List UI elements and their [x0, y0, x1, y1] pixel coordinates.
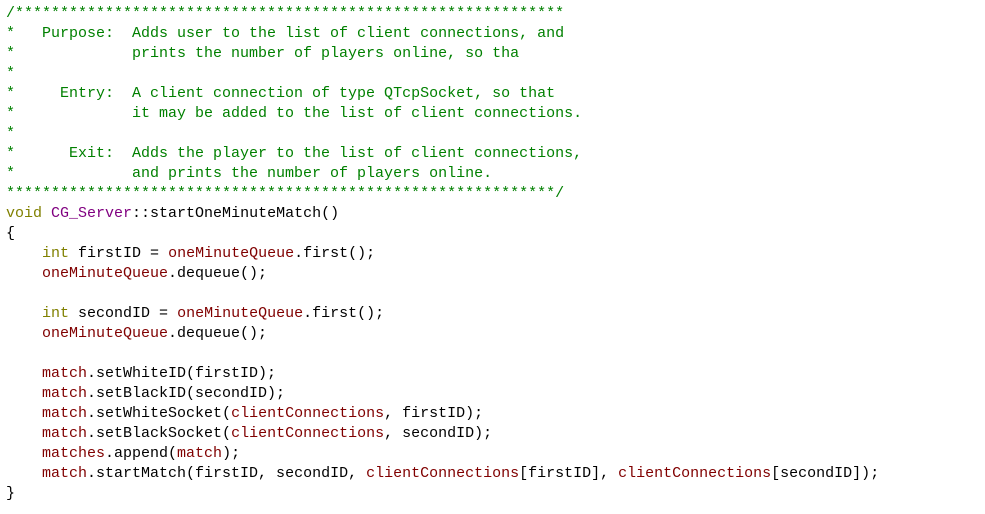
- match-member: match: [42, 385, 88, 402]
- comment-bottom-border: ****************************************…: [6, 185, 565, 202]
- comment-top-border: /***************************************…: [6, 5, 565, 22]
- queue-member: oneMinuteQueue: [42, 265, 169, 282]
- method-call: .append(: [105, 445, 178, 462]
- queue-member: oneMinuteQueue: [177, 305, 304, 322]
- method-call: .setBlackSocket(: [87, 425, 232, 442]
- code-line-matches-append: matches.append(match);: [6, 444, 240, 464]
- client-connections-member: clientConnections: [618, 465, 772, 482]
- code-line-second-id: int secondID = oneMinuteQueue.first();: [6, 304, 384, 324]
- brace-open: {: [6, 225, 16, 242]
- comment-blank-star-1: *: [6, 65, 16, 82]
- comment-purpose-line-1: * Purpose: Adds user to the list of clie…: [6, 25, 565, 42]
- variable-decl: firstID =: [69, 245, 169, 262]
- client-connections-member: clientConnections: [366, 465, 520, 482]
- code-line-set-white-id: match.setWhiteID(firstID);: [6, 364, 276, 384]
- keyword-int: int: [42, 305, 70, 322]
- method-call: .first();: [294, 245, 376, 262]
- call-args: , firstID);: [384, 405, 484, 422]
- keyword-int: int: [42, 245, 70, 262]
- matches-member: matches: [42, 445, 106, 462]
- call-args: );: [222, 445, 241, 462]
- brace-close: }: [6, 485, 16, 502]
- comment-exit-line-2: * and prints the number of players onlin…: [6, 165, 493, 182]
- comment-entry-line-1: * Entry: A client connection of type QTc…: [6, 85, 556, 102]
- client-connections-member: clientConnections: [231, 405, 385, 422]
- function-name: ::startOneMinuteMatch(): [132, 205, 340, 222]
- code-line-set-black-socket: match.setBlackSocket(clientConnections, …: [6, 424, 492, 444]
- code-line-first-id: int firstID = oneMinuteQueue.first();: [6, 244, 375, 264]
- method-call: .startMatch(firstID, secondID,: [87, 465, 367, 482]
- method-call: .setBlackID(secondID);: [87, 385, 286, 402]
- code-line-set-white-socket: match.setWhiteSocket(clientConnections, …: [6, 404, 483, 424]
- method-call: .first();: [303, 305, 385, 322]
- comment-entry-line-2: * it may be added to the list of client …: [6, 105, 583, 122]
- client-connections-member: clientConnections: [231, 425, 385, 442]
- match-member: match: [42, 405, 88, 422]
- code-line-dequeue-2: oneMinuteQueue.dequeue();: [6, 324, 267, 344]
- method-call: .setWhiteSocket(: [87, 405, 232, 422]
- comment-purpose-line-2: * prints the number of players online, s…: [6, 45, 520, 62]
- method-call: .dequeue();: [168, 265, 268, 282]
- index-second-id: [secondID]);: [771, 465, 880, 482]
- code-line-start-match: match.startMatch(firstID, secondID, clie…: [6, 464, 879, 484]
- match-member: match: [177, 445, 223, 462]
- comment-exit-line-1: * Exit: Adds the player to the list of c…: [6, 145, 583, 162]
- index-first-id: [firstID],: [519, 465, 619, 482]
- class-name: CG_Server: [51, 205, 133, 222]
- match-member: match: [42, 465, 88, 482]
- method-call: .dequeue();: [168, 325, 268, 342]
- queue-member: oneMinuteQueue: [168, 245, 295, 262]
- match-member: match: [42, 365, 88, 382]
- comment-blank-star-2: *: [6, 125, 16, 142]
- call-args: , secondID);: [384, 425, 493, 442]
- code-editor[interactable]: /***************************************…: [0, 0, 985, 514]
- variable-decl: secondID =: [69, 305, 178, 322]
- method-call: .setWhiteID(firstID);: [87, 365, 277, 382]
- code-line-dequeue-1: oneMinuteQueue.dequeue();: [6, 264, 267, 284]
- match-member: match: [42, 425, 88, 442]
- code-line-set-black-id: match.setBlackID(secondID);: [6, 384, 285, 404]
- function-signature: void CG_Server::startOneMinuteMatch(): [6, 204, 339, 224]
- return-type: void: [6, 205, 43, 222]
- queue-member: oneMinuteQueue: [42, 325, 169, 342]
